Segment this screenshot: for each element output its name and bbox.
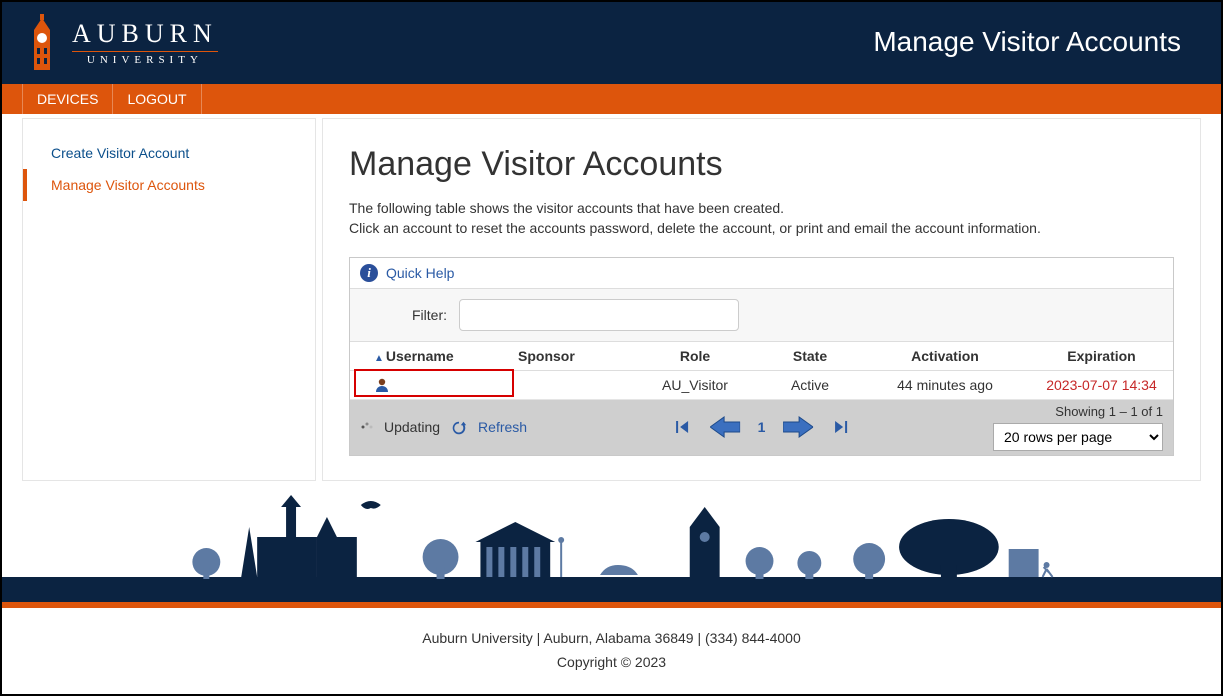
rows-per-page-select[interactable]: 20 rows per page <box>993 423 1163 451</box>
brand-subtitle: UNIVERSITY <box>87 54 203 66</box>
refresh-icon[interactable] <box>450 418 468 436</box>
table-row[interactable]: AU_Visitor Active 44 minutes ago 2023-07… <box>350 371 1173 400</box>
quick-help-row: i Quick Help <box>350 258 1173 289</box>
nav-devices[interactable]: DEVICES <box>22 84 113 114</box>
cell-role: AU_Visitor <box>630 371 760 399</box>
quick-help-link[interactable]: Quick Help <box>386 265 454 281</box>
accounts-panel: i Quick Help Filter: ▲Username Sponsor R… <box>349 257 1174 456</box>
updating-label: Updating <box>384 419 440 435</box>
table-header: ▲Username Sponsor Role State Activation … <box>350 342 1173 371</box>
filter-input[interactable] <box>459 299 739 331</box>
first-page-icon[interactable] <box>674 418 692 436</box>
footer: Auburn University | Auburn, Alabama 3684… <box>2 608 1221 680</box>
page-title: Manage Visitor Accounts <box>873 26 1181 58</box>
main-panel: Manage Visitor Accounts The following ta… <box>322 118 1201 481</box>
pager: Updating Refresh 1 <box>350 400 1173 455</box>
skyline-graphic <box>2 487 1221 602</box>
page-number: 1 <box>758 419 766 435</box>
col-activation[interactable]: Activation <box>860 342 1030 370</box>
filter-row: Filter: <box>350 289 1173 342</box>
nav-logout[interactable]: LOGOUT <box>113 84 201 114</box>
col-sponsor[interactable]: Sponsor <box>510 342 630 370</box>
prev-page-icon[interactable] <box>710 415 740 439</box>
sidebar-item-manage-visitors[interactable]: Manage Visitor Accounts <box>23 169 315 201</box>
footer-copyright: Copyright © 2023 <box>2 654 1221 670</box>
col-expiration[interactable]: Expiration <box>1030 342 1173 370</box>
loading-icon <box>360 420 374 434</box>
info-icon: i <box>360 264 378 282</box>
site-header: AUBURN UNIVERSITY Manage Visitor Account… <box>2 2 1221 82</box>
filter-label: Filter: <box>412 307 447 323</box>
sidebar: Create Visitor Account Manage Visitor Ac… <box>22 118 316 481</box>
cell-activation: 44 minutes ago <box>860 371 1030 399</box>
tower-icon <box>22 12 62 72</box>
cell-expiration: 2023-07-07 14:34 <box>1030 371 1173 399</box>
footer-contact: Auburn University | Auburn, Alabama 3684… <box>2 630 1221 646</box>
person-icon <box>374 377 390 393</box>
top-nav: DEVICES LOGOUT <box>2 82 1221 114</box>
brand-name: AUBURN <box>72 19 218 49</box>
brand-text: AUBURN UNIVERSITY <box>72 19 218 66</box>
brand-logo[interactable]: AUBURN UNIVERSITY <box>22 12 218 72</box>
cell-state: Active <box>760 371 860 399</box>
sort-asc-icon: ▲ <box>374 353 384 364</box>
intro-line-2: Click an account to reset the accounts p… <box>349 218 1174 238</box>
refresh-link[interactable]: Refresh <box>478 419 527 435</box>
col-state[interactable]: State <box>760 342 860 370</box>
sidebar-item-create-visitor[interactable]: Create Visitor Account <box>23 137 315 169</box>
cell-sponsor <box>510 379 630 391</box>
intro-text: The following table shows the visitor ac… <box>349 198 1174 239</box>
main-heading: Manage Visitor Accounts <box>349 145 1174 184</box>
col-role[interactable]: Role <box>630 342 760 370</box>
intro-line-1: The following table shows the visitor ac… <box>349 198 1174 218</box>
showing-label: Showing 1 – 1 of 1 <box>993 404 1163 419</box>
col-username[interactable]: ▲Username <box>350 342 510 370</box>
last-page-icon[interactable] <box>831 418 849 436</box>
next-page-icon[interactable] <box>783 415 813 439</box>
